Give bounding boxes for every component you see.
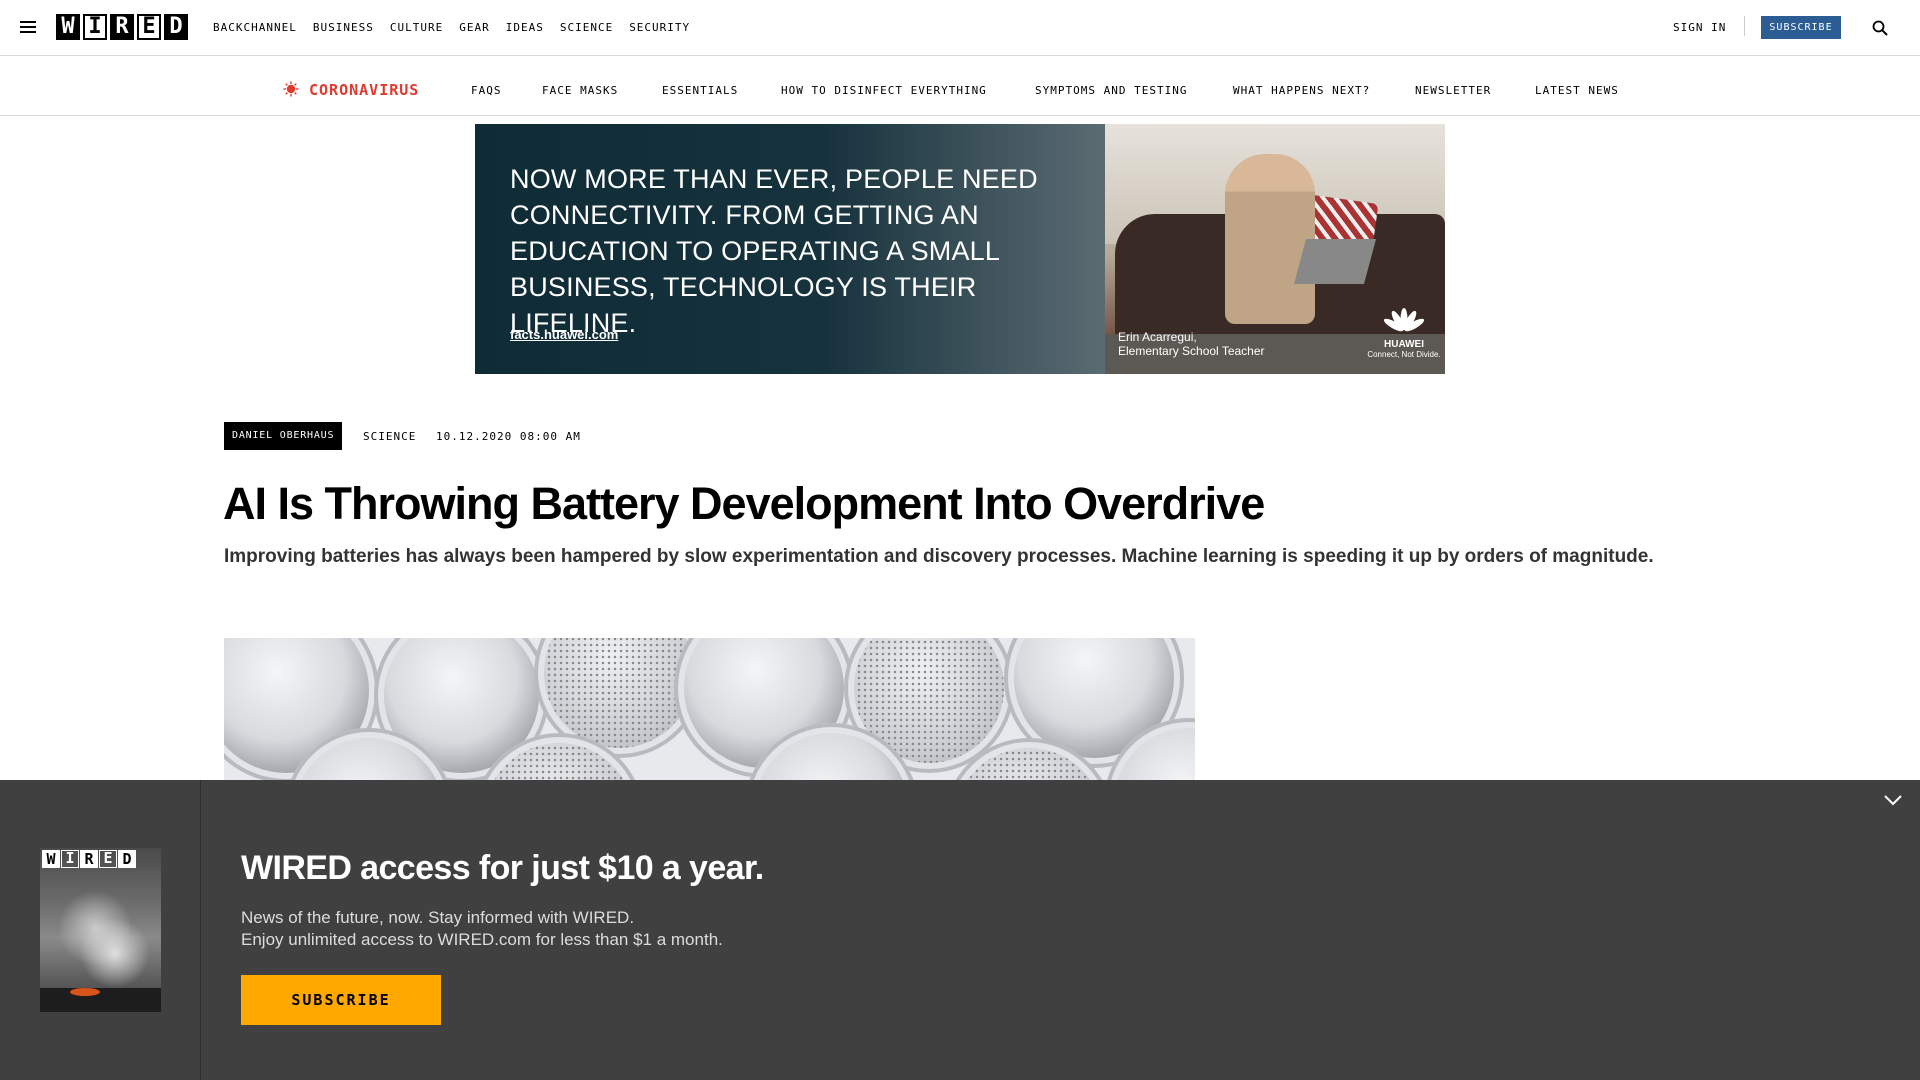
ad-headline: NOW MORE THAN EVER, PEOPLE NEED CONNECTI… bbox=[510, 164, 1038, 338]
corona-link-face-masks[interactable]: FACE MASKS bbox=[542, 84, 618, 97]
corona-link-essentials[interactable]: ESSENTIALS bbox=[662, 84, 738, 97]
article-dek: Improving batteries has always been hamp… bbox=[224, 546, 1654, 567]
wired-logo[interactable]: W I R E D bbox=[56, 14, 188, 40]
corona-link-latest-news[interactable]: LATEST NEWS bbox=[1535, 84, 1619, 97]
ad-text-panel: NOW MORE THAN EVER, PEOPLE NEED CONNECTI… bbox=[475, 124, 1105, 374]
author-byline[interactable]: DANIEL OBERHAUS bbox=[224, 422, 343, 450]
main-nav: BACKCHANNEL BUSINESS CULTURE GEAR IDEAS … bbox=[213, 21, 690, 34]
cover-logo-letter: E bbox=[99, 850, 117, 868]
section-tag[interactable]: SCIENCE bbox=[363, 430, 416, 443]
ad-photo: Erin Acarregui, Elementary School Teache… bbox=[1105, 124, 1445, 374]
logo-letter: E bbox=[137, 14, 161, 40]
paywall-line-2: Enjoy unlimited access to WIRED.com for … bbox=[241, 930, 723, 949]
magazine-cover: W I R E D bbox=[40, 848, 161, 1012]
hero-image bbox=[224, 638, 1195, 780]
corona-link-faqs[interactable]: FAQS bbox=[471, 84, 502, 97]
huawei-flower-icon bbox=[1384, 308, 1424, 332]
sign-in-link[interactable]: SIGN IN bbox=[1673, 21, 1726, 34]
divider bbox=[200, 780, 201, 1080]
divider bbox=[1744, 16, 1745, 36]
logo-letter: D bbox=[164, 14, 188, 40]
paywall-subscribe-button[interactable]: SUBSCRIBE bbox=[241, 975, 441, 1025]
advertisement-banner[interactable]: NOW MORE THAN EVER, PEOPLE NEED CONNECTI… bbox=[475, 124, 1445, 374]
paywall-line-1: News of the future, now. Stay informed w… bbox=[241, 908, 635, 927]
ad-caption-title: Elementary School Teacher bbox=[1118, 344, 1265, 358]
virus-icon bbox=[283, 81, 299, 97]
nav-backchannel[interactable]: BACKCHANNEL bbox=[213, 21, 297, 34]
logo-letter: W bbox=[56, 14, 80, 40]
search-icon[interactable] bbox=[1872, 20, 1888, 36]
corona-link-newsletter[interactable]: NEWSLETTER bbox=[1415, 84, 1491, 97]
ad-brand: HUAWEI bbox=[1384, 339, 1424, 350]
corona-link-symptoms[interactable]: SYMPTOMS AND TESTING bbox=[1035, 84, 1187, 97]
nav-business[interactable]: BUSINESS bbox=[313, 21, 374, 34]
publish-date: 10.12.2020 08:00 AM bbox=[436, 430, 581, 443]
menu-icon[interactable] bbox=[20, 20, 36, 34]
article-title: AI Is Throwing Battery Development Into … bbox=[223, 478, 1265, 529]
cover-logo-letter: D bbox=[118, 850, 136, 868]
ad-caption: Erin Acarregui, Elementary School Teache… bbox=[1118, 330, 1265, 358]
nav-science[interactable]: SCIENCE bbox=[560, 21, 613, 34]
cover-logo-letter: I bbox=[61, 850, 79, 868]
logo-letter: R bbox=[110, 14, 134, 40]
ad-caption-name: Erin Acarregui, bbox=[1118, 330, 1197, 344]
huawei-logo: HUAWEI Connect, Not Divide. bbox=[1367, 307, 1441, 359]
subscribe-button[interactable]: SUBSCRIBE bbox=[1761, 16, 1841, 39]
nav-security[interactable]: SECURITY bbox=[629, 21, 690, 34]
top-navigation: W I R E D BACKCHANNEL BUSINESS CULTURE G… bbox=[0, 0, 1920, 56]
ad-tagline: Connect, Not Divide. bbox=[1367, 350, 1441, 359]
nav-ideas[interactable]: IDEAS bbox=[506, 21, 544, 34]
nav-gear[interactable]: GEAR bbox=[459, 21, 490, 34]
coronavirus-label[interactable]: CORONAVIRUS bbox=[309, 81, 419, 99]
cover-logo-letter: R bbox=[80, 850, 98, 868]
ad-link[interactable]: facts.huawei.com bbox=[510, 327, 618, 342]
nav-culture[interactable]: CULTURE bbox=[390, 21, 443, 34]
corona-link-what-next[interactable]: WHAT HAPPENS NEXT? bbox=[1233, 84, 1370, 97]
paywall-title: WIRED access for just $10 a year. bbox=[241, 849, 764, 887]
cover-logo-letter: W bbox=[42, 850, 60, 868]
corona-link-disinfect[interactable]: HOW TO DISINFECT EVERYTHING bbox=[781, 84, 987, 97]
chevron-down-icon[interactable] bbox=[1884, 794, 1902, 806]
logo-letter: I bbox=[83, 14, 107, 40]
cover-logo: W I R E D bbox=[42, 850, 136, 868]
